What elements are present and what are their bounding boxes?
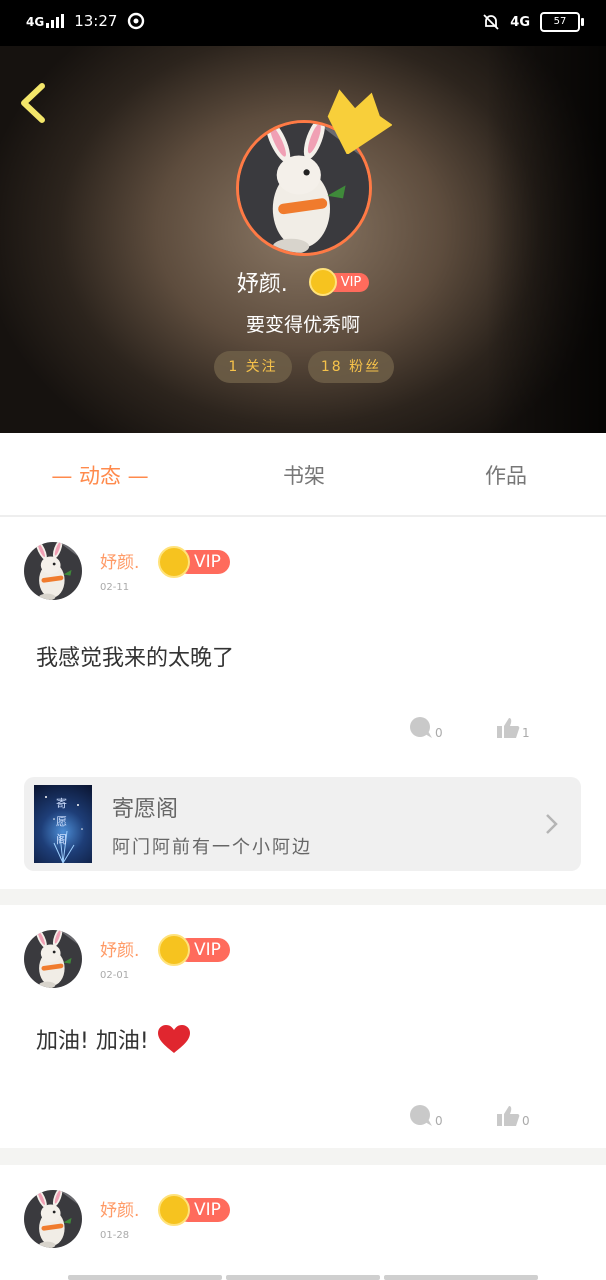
post-text: 加油! 加油! bbox=[36, 1023, 191, 1055]
book-description: 阿门阿前有一个小阿边 bbox=[112, 837, 312, 858]
crown-icon bbox=[327, 89, 392, 154]
app-notification-icon bbox=[128, 12, 145, 30]
signal-icon: 4G bbox=[26, 14, 65, 29]
clock: 13:27 bbox=[74, 12, 118, 30]
bottom-bar-segment bbox=[68, 1275, 222, 1280]
comment-button[interactable]: 0 bbox=[409, 716, 443, 740]
mute-bell-icon bbox=[483, 14, 499, 30]
like-icon bbox=[497, 718, 520, 738]
book-card[interactable]: 寄 愿 阁 寄愿阁 阿门阿前有一个小阿边 bbox=[24, 777, 581, 871]
battery-level: 57 bbox=[553, 16, 567, 27]
post-card[interactable]: 妤颜. VIP 02-01 加油! 加油! 0 0 bbox=[0, 905, 606, 1148]
profile-name-row: 妤颜. VIP bbox=[0, 266, 606, 298]
book-cover-text: 寄 愿 阁 bbox=[56, 797, 67, 846]
vip-badge: VIP bbox=[308, 268, 370, 296]
tab-activity[interactable]: — 动态 — bbox=[20, 433, 180, 515]
post-date: 02-01 bbox=[100, 970, 130, 981]
like-button[interactable]: 0 bbox=[496, 1104, 530, 1128]
avatar[interactable] bbox=[24, 1190, 82, 1248]
comment-icon bbox=[410, 717, 432, 738]
fans-button[interactable]: 18 粉丝 bbox=[308, 351, 394, 383]
heart-emoji-icon bbox=[157, 1025, 190, 1053]
post-card[interactable]: 妤颜. VIP 02-11 我感觉我来的太晚了 0 1 寄 愿 阁 寄愿阁 阿门… bbox=[0, 517, 606, 889]
following-button[interactable]: 1 关注 bbox=[214, 351, 292, 383]
tab-bar: — 动态 — 书架 作品 bbox=[0, 433, 606, 517]
bottom-toolbar-hint bbox=[68, 1275, 538, 1280]
post-date: 01-28 bbox=[100, 1230, 130, 1241]
network-right-label: 4G bbox=[510, 14, 530, 30]
post-date: 02-11 bbox=[100, 582, 130, 593]
vip-badge: VIP bbox=[158, 934, 230, 966]
like-button[interactable]: 1 bbox=[496, 716, 530, 740]
comment-icon bbox=[410, 1105, 432, 1126]
like-count: 1 bbox=[522, 726, 530, 740]
comment-count: 0 bbox=[435, 1114, 443, 1128]
vip-crown-icon bbox=[158, 546, 190, 578]
profile-motto: 要变得优秀啊 bbox=[245, 314, 360, 336]
tab-works[interactable]: 作品 bbox=[426, 433, 586, 515]
network-label: 4G bbox=[26, 15, 45, 29]
post-card[interactable]: 妤颜. VIP 01-28 bbox=[0, 1165, 606, 1280]
battery-icon: 57 bbox=[540, 12, 584, 32]
back-chevron-icon[interactable] bbox=[14, 80, 54, 126]
post-author[interactable]: 妤颜. bbox=[100, 548, 139, 573]
avatar[interactable] bbox=[24, 930, 82, 988]
book-title: 寄愿阁 bbox=[112, 797, 179, 822]
profile-header: 4G 13:27 4G 57 妤颜. VIP 要变得优秀啊 1 关注 18 粉丝 bbox=[0, 0, 606, 433]
book-cover: 寄 愿 阁 bbox=[34, 785, 92, 863]
vip-crown-icon bbox=[308, 268, 337, 296]
tab-bookshelf[interactable]: 书架 bbox=[224, 433, 384, 515]
post-author[interactable]: 妤颜. bbox=[100, 1196, 139, 1221]
chevron-right-icon bbox=[546, 814, 558, 834]
vip-crown-icon bbox=[158, 934, 190, 966]
post-text-content: 加油! 加油! bbox=[36, 1029, 149, 1054]
like-icon bbox=[497, 1106, 520, 1126]
vip-badge: VIP bbox=[158, 546, 230, 578]
like-count: 0 bbox=[522, 1114, 530, 1128]
status-bar: 4G 13:27 4G 57 bbox=[0, 0, 606, 46]
profile-name: 妤颜. bbox=[236, 272, 288, 297]
post-text: 我感觉我来的太晚了 bbox=[36, 640, 234, 672]
vip-crown-icon bbox=[158, 1194, 190, 1226]
post-author[interactable]: 妤颜. bbox=[100, 936, 139, 961]
bottom-bar-segment bbox=[226, 1275, 380, 1280]
post-text-content: 我感觉我来的太晚了 bbox=[36, 646, 235, 671]
bottom-bar-segment bbox=[384, 1275, 538, 1280]
comment-button[interactable]: 0 bbox=[409, 1104, 443, 1128]
avatar[interactable] bbox=[24, 542, 82, 600]
vip-badge: VIP bbox=[158, 1194, 230, 1226]
comment-count: 0 bbox=[435, 726, 443, 740]
